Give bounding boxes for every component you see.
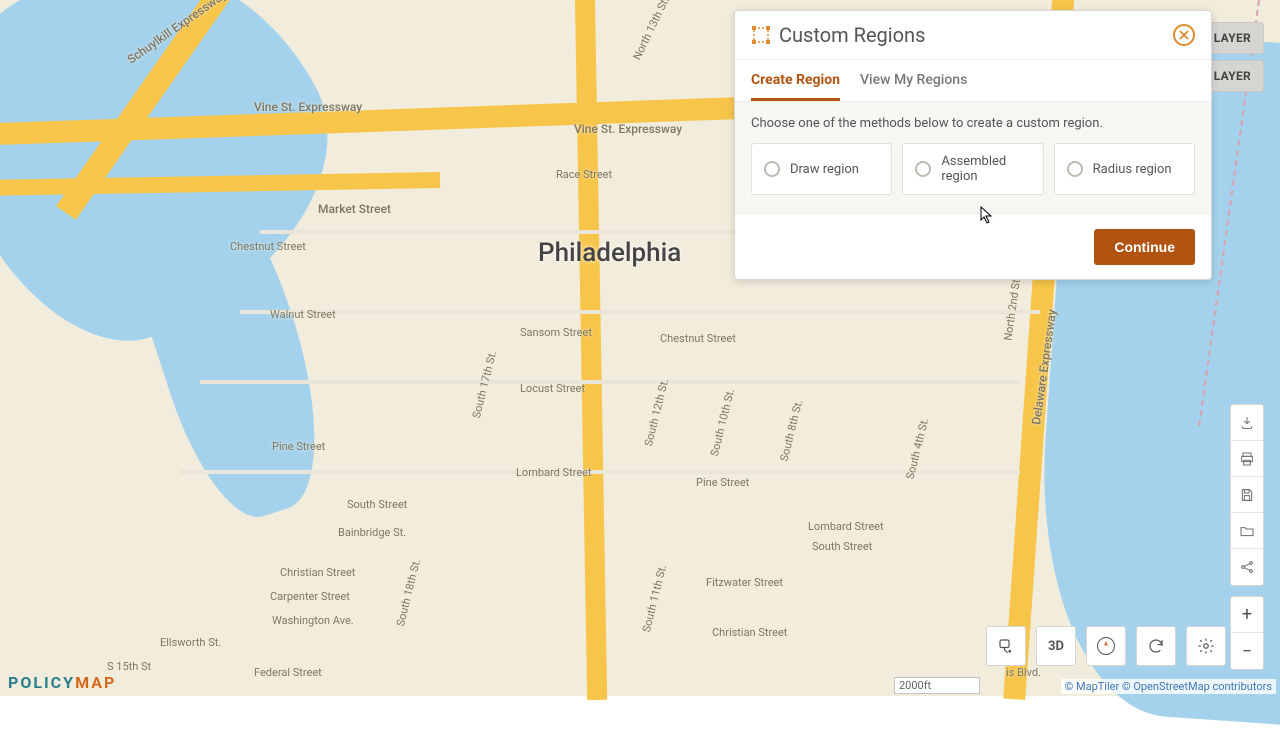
share-icon[interactable] bbox=[1231, 549, 1263, 585]
zoom-out-button[interactable]: − bbox=[1231, 633, 1263, 669]
compass-icon[interactable] bbox=[1086, 626, 1126, 666]
road-label: Pine Street bbox=[272, 440, 325, 453]
save-icon[interactable] bbox=[1231, 477, 1263, 513]
road-label: Washington Ave. bbox=[272, 614, 354, 627]
radio-icon bbox=[1067, 161, 1083, 177]
panel-title: Custom Regions bbox=[779, 23, 1173, 47]
policymap-logo: POLICYMAP bbox=[8, 673, 116, 692]
road-label: Carpenter Street bbox=[270, 590, 350, 603]
road-label: South 18th St. bbox=[394, 557, 423, 627]
option-assembled-region[interactable]: Assembled region bbox=[902, 143, 1043, 195]
panel-instruction: Choose one of the methods below to creat… bbox=[751, 116, 1195, 131]
continue-button[interactable]: Continue bbox=[1094, 229, 1195, 265]
map-attribution: © MapTiler © OpenStreetMap contributors bbox=[1061, 679, 1276, 694]
close-icon[interactable] bbox=[1173, 24, 1195, 46]
road-label: Lombard Street bbox=[808, 520, 884, 533]
road-label: South 11th St. bbox=[640, 563, 669, 633]
road-label: Chestnut Street bbox=[230, 240, 306, 253]
zoom-stack: + − bbox=[1230, 596, 1264, 670]
option-draw-region[interactable]: Draw region bbox=[751, 143, 892, 195]
road-label: Chestnut Street bbox=[660, 332, 736, 345]
road-label: South Street bbox=[812, 540, 872, 553]
road-label: Locust Street bbox=[520, 382, 585, 395]
option-radius-region[interactable]: Radius region bbox=[1054, 143, 1195, 195]
radio-icon bbox=[915, 161, 931, 177]
refresh-icon[interactable] bbox=[1136, 626, 1176, 666]
download-icon[interactable] bbox=[1231, 405, 1263, 441]
road-label: South 12th St. bbox=[642, 377, 671, 447]
option-label: Draw region bbox=[790, 162, 859, 177]
option-label: Radius region bbox=[1093, 162, 1172, 177]
mouse-cursor bbox=[980, 206, 994, 224]
print-icon[interactable] bbox=[1231, 441, 1263, 477]
road-label: Race Street bbox=[556, 168, 612, 181]
radio-icon bbox=[764, 161, 780, 177]
road-label: North 2nd St. bbox=[1001, 276, 1023, 342]
map-tools-stack bbox=[1230, 404, 1264, 586]
road-label: North 13th St. bbox=[630, 0, 672, 62]
custom-region-icon bbox=[751, 25, 771, 45]
road-label: Sansom Street bbox=[520, 326, 592, 339]
road-label: South 8th St. bbox=[778, 398, 806, 462]
settings-icon[interactable] bbox=[1186, 626, 1226, 666]
zoom-in-button[interactable]: + bbox=[1231, 597, 1263, 633]
custom-regions-panel: Custom Regions Create Region View My Reg… bbox=[734, 10, 1212, 280]
road-label: S 15th St bbox=[107, 660, 151, 673]
option-label: Assembled region bbox=[941, 154, 1030, 184]
road-label: Christian Street bbox=[712, 626, 787, 639]
road-label: Walnut Street bbox=[270, 308, 336, 321]
3d-toggle-button[interactable]: 3D bbox=[1036, 626, 1076, 666]
road-label: South 10th St. bbox=[708, 387, 737, 457]
road-label: South Street bbox=[347, 498, 407, 511]
road-label: Lombard Street bbox=[516, 466, 592, 479]
road-label: Vine St. Expressway bbox=[254, 100, 362, 114]
road-label: Fitzwater Street bbox=[706, 576, 783, 589]
road-label: Vine St. Expressway bbox=[574, 122, 682, 136]
scale-indicator: 2000ft bbox=[894, 677, 980, 694]
road-label: Federal Street bbox=[254, 666, 322, 679]
map-canvas[interactable]: Philadelphia Schuylkill Expressway Vine … bbox=[0, 0, 1280, 696]
folder-icon[interactable] bbox=[1231, 513, 1263, 549]
road-label: Christian Street bbox=[280, 566, 355, 579]
city-label: Philadelphia bbox=[538, 238, 681, 268]
road-label: South 17th St. bbox=[470, 349, 499, 419]
road-label: Market Street bbox=[318, 202, 391, 216]
identify-tool-icon[interactable] bbox=[986, 626, 1026, 666]
road-label: Ellsworth St. bbox=[160, 636, 221, 649]
map-controls-row: 3D bbox=[986, 626, 1226, 666]
tab-create-region[interactable]: Create Region bbox=[751, 60, 840, 101]
road-label: Pine Street bbox=[696, 476, 749, 489]
road-label: Bainbridge St. bbox=[338, 526, 406, 539]
tab-view-my-regions[interactable]: View My Regions bbox=[860, 60, 967, 101]
road-label: is Blvd. bbox=[1006, 666, 1041, 679]
